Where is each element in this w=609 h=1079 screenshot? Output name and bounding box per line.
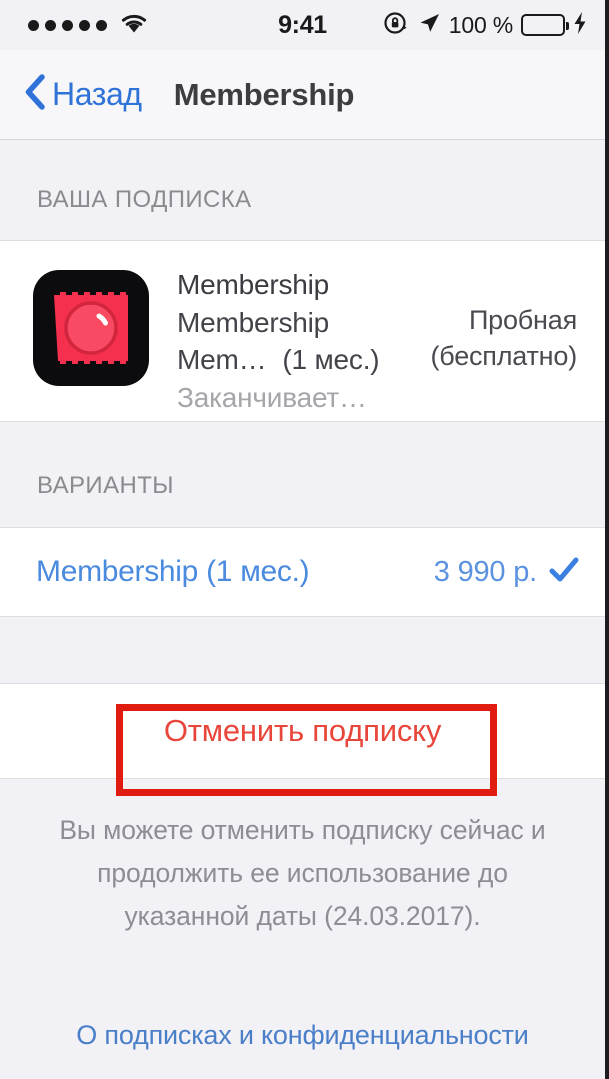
battery-icon [521, 14, 569, 36]
status-bar-left [28, 12, 148, 39]
section-header-subscription: ВАША ПОДПИСКА [0, 140, 605, 240]
battery-percentage: 100 % [448, 11, 513, 38]
back-button[interactable]: Назад [22, 72, 142, 117]
section-gap [0, 617, 605, 683]
status-bar-right: 100 % [383, 10, 587, 41]
subscription-price-line-1: Пробная [468, 305, 577, 335]
charging-bolt-icon [573, 11, 587, 40]
iphone-screen: 9:41 100 % Назад Membership ВАША ПОДПИСК… [0, 0, 609, 1079]
page-title: Membership [173, 76, 355, 112]
subscriptions-privacy-link[interactable]: О подписках и конфиденциальности [76, 1020, 529, 1050]
option-row-membership[interactable]: Membership (1 мес.) 3 990 р. [0, 527, 605, 617]
subscription-price-line-2: (бесплатно) [430, 341, 577, 372]
bottom-link-container: О подписках и конфиденциальности [0, 1020, 605, 1051]
subscription-plan-line: Mem… (1 мес.) [177, 341, 430, 379]
location-arrow-icon [417, 11, 441, 40]
subscription-plan-duration: (1 мес.) [282, 344, 380, 376]
subscription-details: Membership Membership Mem… (1 мес.) Закан… [177, 266, 430, 416]
option-label: Membership (1 мес.) [36, 555, 310, 588]
checkmark-icon [549, 557, 579, 588]
section-header-options: ВАРИАНТЫ [0, 422, 605, 527]
rotation-lock-icon [383, 10, 409, 41]
subscription-row[interactable]: Membership Membership Mem… (1 мес.) Закан… [0, 240, 605, 422]
wifi-icon [120, 12, 148, 39]
back-button-label: Назад [52, 76, 142, 112]
subscription-plan-name: Mem… [177, 344, 267, 376]
cancel-footer-note: Вы можете отменить подписку сейчас и про… [0, 779, 605, 938]
subscription-title: Membership [177, 269, 330, 300]
cancel-subscription-label: Отменить подписку [163, 713, 442, 748]
option-right-group: 3 990 р. [434, 556, 579, 589]
signal-strength-dots [28, 19, 107, 31]
subscription-subtitle: Membership [177, 306, 330, 338]
option-price: 3 990 р. [433, 555, 537, 588]
cancel-subscription-button[interactable]: Отменить подписку [0, 683, 605, 779]
membership-app-icon [33, 270, 149, 386]
status-bar: 9:41 100 % [0, 0, 605, 50]
chevron-left-icon [22, 72, 48, 117]
subscription-status: Заканчивает… [177, 381, 367, 413]
navigation-bar: Назад Membership [0, 50, 605, 140]
subscription-price: Пробная (бесплатно) [430, 302, 583, 375]
